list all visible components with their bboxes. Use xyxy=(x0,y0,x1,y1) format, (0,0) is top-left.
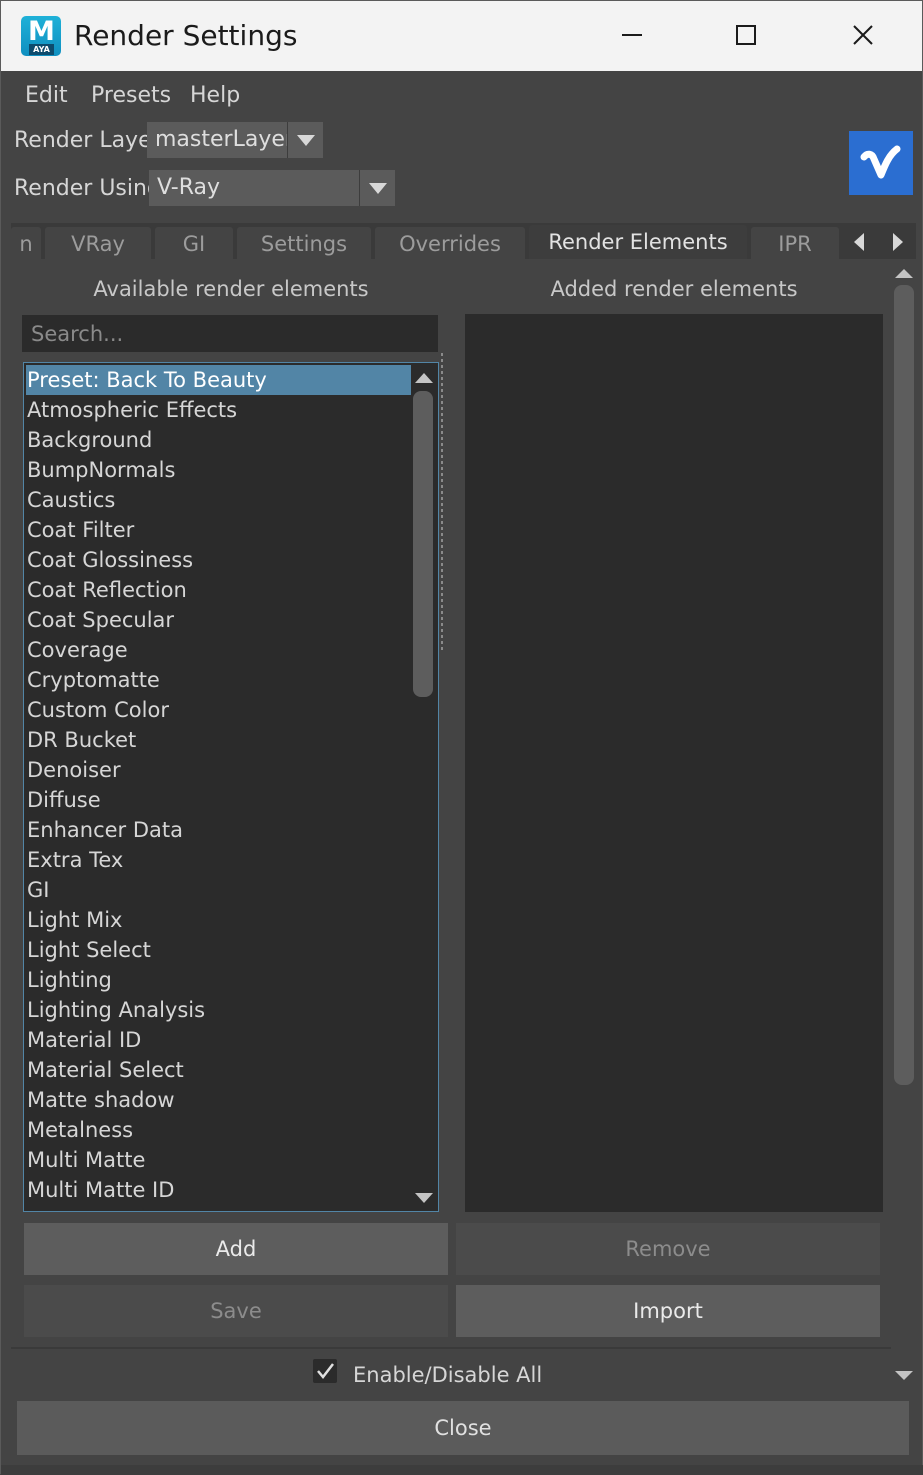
add-button[interactable]: Add xyxy=(24,1223,448,1275)
list-item[interactable]: Lighting xyxy=(26,965,411,995)
vray-v-icon xyxy=(860,145,901,179)
enable-all-checkbox[interactable] xyxy=(313,1359,337,1383)
tab-scroll-right-icon[interactable] xyxy=(893,233,903,251)
list-item[interactable]: Coat Filter xyxy=(26,515,411,545)
maximize-button[interactable] xyxy=(724,13,768,57)
enable-all-label: Enable/Disable All xyxy=(353,1363,543,1387)
render-using-dropdown[interactable]: V-Ray xyxy=(149,170,395,206)
tab-overrides[interactable]: Overrides xyxy=(375,227,525,261)
panel-scroll-down-icon[interactable] xyxy=(895,1371,913,1380)
tab-scroll-left-icon[interactable] xyxy=(854,233,864,251)
enable-all-row: Enable/Disable All xyxy=(11,1347,891,1387)
import-button[interactable]: Import xyxy=(456,1285,880,1337)
list-item[interactable]: Coat Glossiness xyxy=(26,545,411,575)
scroll-down-icon[interactable] xyxy=(415,1193,433,1203)
save-button[interactable]: Save xyxy=(24,1285,448,1337)
render-layer-dropdown-button[interactable] xyxy=(287,122,323,158)
render-elements-panel: Available render elements Added render e… xyxy=(11,259,891,1349)
list-item[interactable]: DR Bucket xyxy=(26,725,411,755)
minimize-icon xyxy=(622,34,642,36)
list-item[interactable]: Coverage xyxy=(26,635,411,665)
list-item[interactable]: Multi Matte xyxy=(26,1145,411,1175)
panel-scroll-up-icon[interactable] xyxy=(895,269,913,278)
render-using-dropdown-button[interactable] xyxy=(359,170,395,206)
chevron-down-icon xyxy=(369,183,387,194)
panel-scroll-thumb[interactable] xyxy=(894,285,914,1085)
list-item[interactable]: GI xyxy=(26,875,411,905)
render-layer-value: masterLayer xyxy=(155,127,294,152)
tab-settings[interactable]: Settings xyxy=(237,227,371,261)
tab-ipr[interactable]: IPR xyxy=(751,227,839,261)
list-item[interactable]: Coat Reflection xyxy=(26,575,411,605)
list-item[interactable]: Caustics xyxy=(26,485,411,515)
scroll-up-icon[interactable] xyxy=(415,373,433,383)
render-settings-window: M AYA Render Settings Edit Presets Help … xyxy=(0,0,923,1475)
maximize-icon xyxy=(736,25,756,45)
list-item[interactable]: Multi Matte ID xyxy=(26,1175,411,1205)
tab-common[interactable]: n xyxy=(11,227,41,261)
tab-vray[interactable]: VRay xyxy=(45,227,151,261)
list-item[interactable]: Metalness xyxy=(26,1115,411,1145)
minimize-button[interactable] xyxy=(610,13,654,57)
list-item[interactable]: Enhancer Data xyxy=(26,815,411,845)
list-item[interactable]: Atmospheric Effects xyxy=(26,395,411,425)
search-input[interactable] xyxy=(22,315,438,352)
list-item[interactable]: Coat Specular xyxy=(26,605,411,635)
tab-render-elements[interactable]: Render Elements xyxy=(529,225,747,261)
list-item[interactable]: Background xyxy=(26,425,411,455)
list-item[interactable]: Light Select xyxy=(26,935,411,965)
chevron-down-icon xyxy=(297,135,315,146)
render-layer-label: Render Layer xyxy=(14,128,161,153)
render-using-value: V-Ray xyxy=(157,175,221,200)
close-window-button[interactable] xyxy=(841,13,885,57)
list-item[interactable]: Lighting Analysis xyxy=(26,995,411,1025)
tab-gi[interactable]: GI xyxy=(155,227,233,261)
window-title: Render Settings xyxy=(74,19,298,52)
menu-bar: Edit Presets Help xyxy=(5,71,920,119)
list-item[interactable]: Denoiser xyxy=(26,755,411,785)
list-item[interactable]: Custom Color xyxy=(26,695,411,725)
added-elements-list[interactable] xyxy=(465,314,883,1212)
checkmark-icon xyxy=(317,1363,334,1379)
menu-edit[interactable]: Edit xyxy=(25,83,68,109)
available-elements-list[interactable]: Preset: Back To Beauty Atmospheric Effect… xyxy=(23,362,439,1212)
list-item[interactable]: Light Mix xyxy=(26,905,411,935)
list-scroll-thumb[interactable] xyxy=(413,391,433,697)
close-icon xyxy=(853,25,873,45)
list-item[interactable]: Preset: Back To Beauty xyxy=(26,365,411,395)
list-item[interactable]: Material Select xyxy=(26,1055,411,1085)
panel-splitter[interactable] xyxy=(441,353,443,653)
close-button[interactable]: Close xyxy=(17,1401,909,1455)
list-item[interactable]: Extra Tex xyxy=(26,845,411,875)
remove-button[interactable]: Remove xyxy=(456,1223,880,1275)
render-layer-dropdown[interactable]: masterLayer xyxy=(147,122,323,158)
list-item[interactable]: BumpNormals xyxy=(26,455,411,485)
list-item[interactable]: Cryptomatte xyxy=(26,665,411,695)
tab-bar: n VRay GI Settings Overrides Render Elem… xyxy=(11,223,916,261)
render-using-label: Render Using xyxy=(14,176,161,201)
menu-presets[interactable]: Presets xyxy=(91,83,171,109)
list-item[interactable]: Diffuse xyxy=(26,785,411,815)
title-bar: M AYA Render Settings xyxy=(1,1,922,71)
maya-app-icon: M AYA xyxy=(21,16,61,56)
added-elements-title: Added render elements xyxy=(550,277,798,301)
list-item[interactable]: Matte shadow xyxy=(26,1085,411,1115)
app-logo-sub: AYA xyxy=(29,44,54,55)
list-item[interactable]: Material ID xyxy=(26,1025,411,1055)
vray-logo xyxy=(849,131,913,195)
menu-help[interactable]: Help xyxy=(190,83,240,109)
available-elements-title: Available render elements xyxy=(93,277,369,301)
